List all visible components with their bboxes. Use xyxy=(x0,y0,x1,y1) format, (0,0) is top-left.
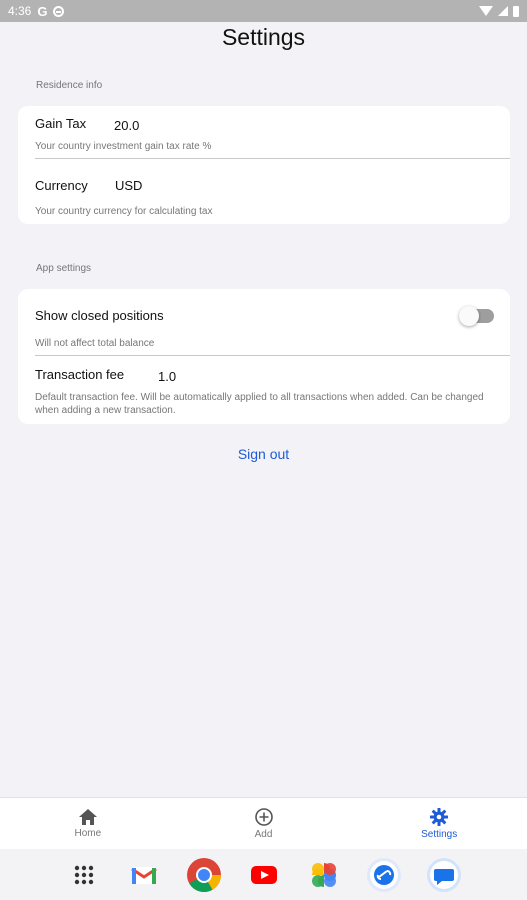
google-icon: G xyxy=(37,3,48,19)
wifi-icon xyxy=(479,6,493,16)
gmail-icon[interactable] xyxy=(126,857,162,893)
transaction-fee-description: Default transaction fee. Will be automat… xyxy=(35,392,484,416)
gain-tax-input[interactable]: 20.0 xyxy=(114,118,234,133)
divider xyxy=(35,355,510,356)
section-label-app-settings: App settings xyxy=(36,263,92,274)
nav-settings-label: Settings xyxy=(421,829,458,840)
status-bar: 4:36 G xyxy=(0,0,527,22)
page-title: Settings xyxy=(221,24,306,50)
residence-card: Gain Tax 20.0 Your country investment ga… xyxy=(18,106,510,224)
show-closed-description: Will not affect total balance xyxy=(35,338,155,349)
nav-settings[interactable]: Settings xyxy=(351,798,527,849)
currency-label: Currency xyxy=(35,178,88,193)
show-closed-toggle[interactable] xyxy=(459,306,494,326)
nav-home-label: Home xyxy=(74,828,102,839)
bottom-nav: Home Add Settings xyxy=(0,797,527,849)
nav-add[interactable]: Add xyxy=(176,798,352,849)
transaction-fee-label: Transaction fee xyxy=(35,367,125,382)
transaction-fee-input[interactable]: 1.0 xyxy=(158,369,278,384)
app-drawer-icon[interactable] xyxy=(66,857,102,893)
currency-description: Your country currency for calculating ta… xyxy=(35,206,213,217)
signal-icon xyxy=(498,6,508,16)
gain-tax-description: Your country investment gain tax rate % xyxy=(35,141,212,152)
gear-icon xyxy=(430,808,449,826)
add-circle-icon xyxy=(254,808,273,826)
status-time: 4:36 xyxy=(8,4,32,18)
show-closed-label: Show closed positions xyxy=(35,308,164,323)
app-settings-card: Show closed positions Will not affect to… xyxy=(18,289,510,424)
link-app-icon[interactable] xyxy=(366,857,402,893)
gain-tax-label: Gain Tax xyxy=(35,116,87,131)
divider xyxy=(35,158,510,159)
nav-home[interactable]: Home xyxy=(0,798,176,849)
chrome-icon[interactable] xyxy=(186,857,222,893)
section-label-residence: Residence info xyxy=(36,80,103,91)
sign-out-button[interactable]: Sign out xyxy=(0,446,527,462)
toggle-knob xyxy=(459,306,479,326)
currency-select[interactable]: USD xyxy=(115,178,235,193)
home-icon xyxy=(78,809,97,825)
photos-icon[interactable] xyxy=(306,857,342,893)
battery-icon xyxy=(513,5,519,17)
app-dock xyxy=(0,849,527,900)
messages-icon[interactable] xyxy=(426,857,462,893)
nav-add-label: Add xyxy=(254,829,273,840)
notification-icon xyxy=(53,5,65,17)
youtube-icon[interactable] xyxy=(246,857,282,893)
